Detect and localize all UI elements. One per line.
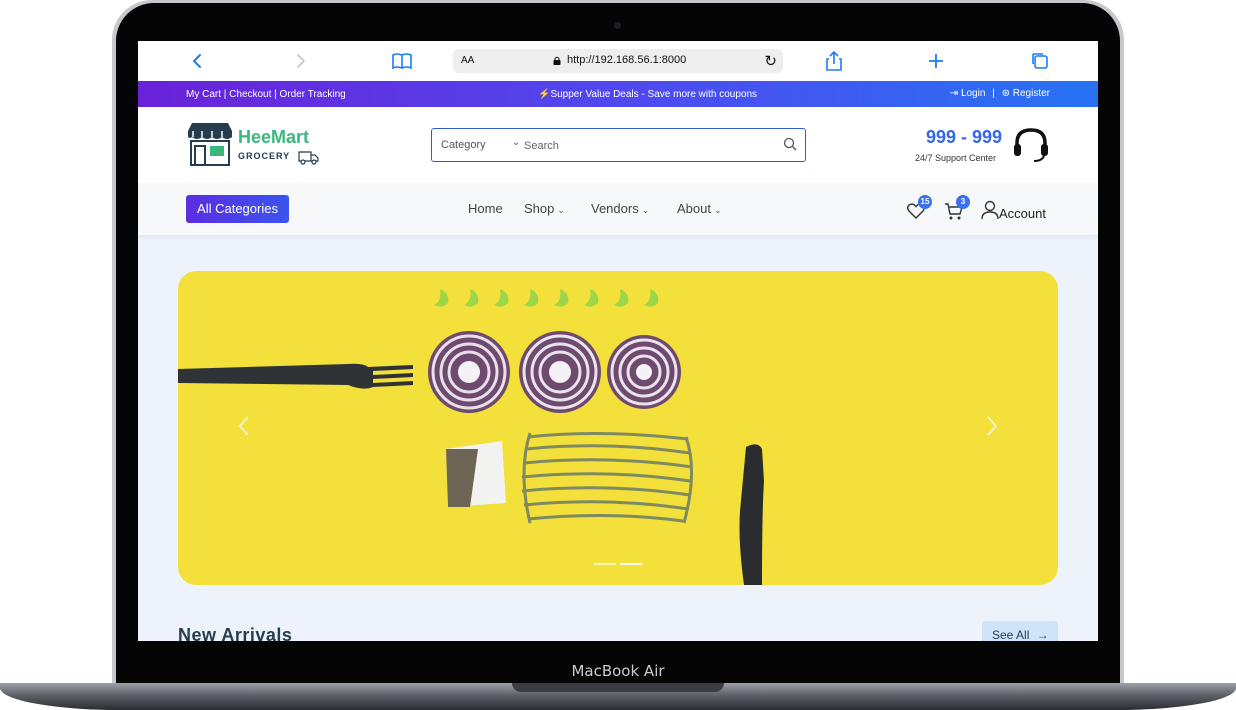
nav-item-home[interactable]: Home bbox=[468, 201, 503, 216]
slide-dot-2[interactable] bbox=[620, 563, 642, 565]
promo-bar: My Cart | Checkout | Order Tracking ⚡Sup… bbox=[138, 81, 1098, 107]
laptop-hinge bbox=[512, 683, 724, 692]
lock-icon bbox=[553, 56, 561, 65]
delivery-truck-icon bbox=[298, 151, 319, 165]
new-tab-icon[interactable] bbox=[924, 49, 948, 73]
chevron-right-icon bbox=[987, 416, 998, 436]
register-icon: ⊛ bbox=[1001, 88, 1010, 99]
store-icon bbox=[188, 123, 232, 166]
promo-message-text: Supper Value Deals - Save more with coup… bbox=[550, 89, 758, 100]
nav-item-shop[interactable]: Shop ⌄ bbox=[524, 201, 565, 216]
all-categories-button[interactable]: All Categories bbox=[186, 195, 289, 223]
register-link[interactable]: Register bbox=[1013, 88, 1050, 99]
nav-item-label: Home bbox=[468, 201, 503, 216]
cart-button[interactable]: 3 bbox=[944, 195, 970, 220]
headset-icon bbox=[1014, 128, 1048, 162]
nav-item-label: Shop bbox=[524, 201, 555, 216]
brand-subtitle: GROCERY bbox=[238, 151, 291, 161]
nav-item-about[interactable]: About ⌄ bbox=[677, 201, 722, 216]
wishlist-button[interactable]: 15 bbox=[906, 195, 932, 219]
next-slide-button[interactable] bbox=[982, 411, 1002, 441]
search-box: Category ⌄ bbox=[431, 128, 806, 162]
cart-count-badge: 3 bbox=[956, 195, 970, 209]
hero-slider[interactable] bbox=[178, 271, 1058, 585]
logo[interactable]: HeeMart GROCERY bbox=[186, 121, 326, 169]
bolt-icon: ⚡ bbox=[538, 89, 551, 100]
see-all-label: See All bbox=[992, 628, 1030, 641]
chevron-down-icon[interactable]: ⌄ bbox=[512, 137, 520, 148]
chevron-left-icon bbox=[238, 416, 249, 436]
nav-item-label: Vendors bbox=[591, 201, 639, 216]
main-nav: All Categories Home Shop ⌄ Vendors ⌄ About… bbox=[138, 183, 1098, 235]
brand-name: HeeMart bbox=[238, 127, 310, 147]
section-title: New Arrivals bbox=[178, 625, 293, 641]
address-bar[interactable]: AA http://192.168.56.1:8000 ↻ bbox=[453, 49, 783, 73]
nav-item-label: About bbox=[677, 201, 711, 216]
search-icon[interactable] bbox=[783, 137, 797, 151]
hero-image bbox=[178, 289, 764, 585]
share-icon[interactable] bbox=[822, 49, 846, 73]
camera-icon bbox=[614, 22, 621, 29]
device-label: MacBook Air bbox=[571, 662, 665, 680]
url-text: http://192.168.56.1:8000 bbox=[567, 54, 687, 66]
tabs-icon[interactable] bbox=[1028, 49, 1052, 73]
support-label: 24/7 Support Center bbox=[915, 153, 997, 163]
back-icon[interactable] bbox=[186, 49, 210, 73]
category-select[interactable]: Category bbox=[441, 139, 486, 151]
browser-toolbar: AA http://192.168.56.1:8000 ↻ bbox=[138, 41, 1098, 81]
screen: AA http://192.168.56.1:8000 ↻ My Cart | … bbox=[138, 41, 1098, 641]
user-icon bbox=[981, 200, 999, 220]
site-header: HeeMart GROCERY Category ⌄ 999 - 999 24/… bbox=[138, 107, 1098, 183]
promo-links[interactable]: My Cart | Checkout | Order Tracking bbox=[186, 89, 346, 100]
support-phone[interactable]: 999 - 999 bbox=[926, 127, 1002, 148]
chevron-down-icon: ⌄ bbox=[713, 205, 722, 215]
login-link[interactable]: Login bbox=[961, 88, 985, 99]
search-input[interactable] bbox=[524, 137, 764, 155]
login-icon: ⇥ bbox=[949, 88, 959, 99]
chevron-down-icon: ⌄ bbox=[557, 205, 565, 215]
reload-icon[interactable]: ↻ bbox=[764, 52, 777, 70]
prev-slide-button[interactable] bbox=[234, 411, 254, 441]
auth-separator: | bbox=[992, 88, 995, 99]
bookmarks-icon[interactable] bbox=[390, 49, 414, 73]
reader-options[interactable]: AA bbox=[461, 55, 474, 66]
account-label[interactable]: Account bbox=[999, 206, 1046, 221]
auth-links: ⇥ Login | ⊛ Register bbox=[950, 88, 1050, 99]
slide-dot-1[interactable] bbox=[594, 563, 616, 565]
arrow-right-icon: → bbox=[1036, 628, 1049, 641]
promo-message: ⚡Supper Value Deals - Save more with cou… bbox=[538, 89, 757, 100]
nav-item-vendors[interactable]: Vendors ⌄ bbox=[591, 201, 649, 216]
wishlist-count-badge: 15 bbox=[918, 195, 932, 209]
see-all-button[interactable]: See All → bbox=[982, 621, 1058, 641]
chevron-down-icon: ⌄ bbox=[641, 205, 650, 215]
forward-icon[interactable] bbox=[288, 49, 312, 73]
